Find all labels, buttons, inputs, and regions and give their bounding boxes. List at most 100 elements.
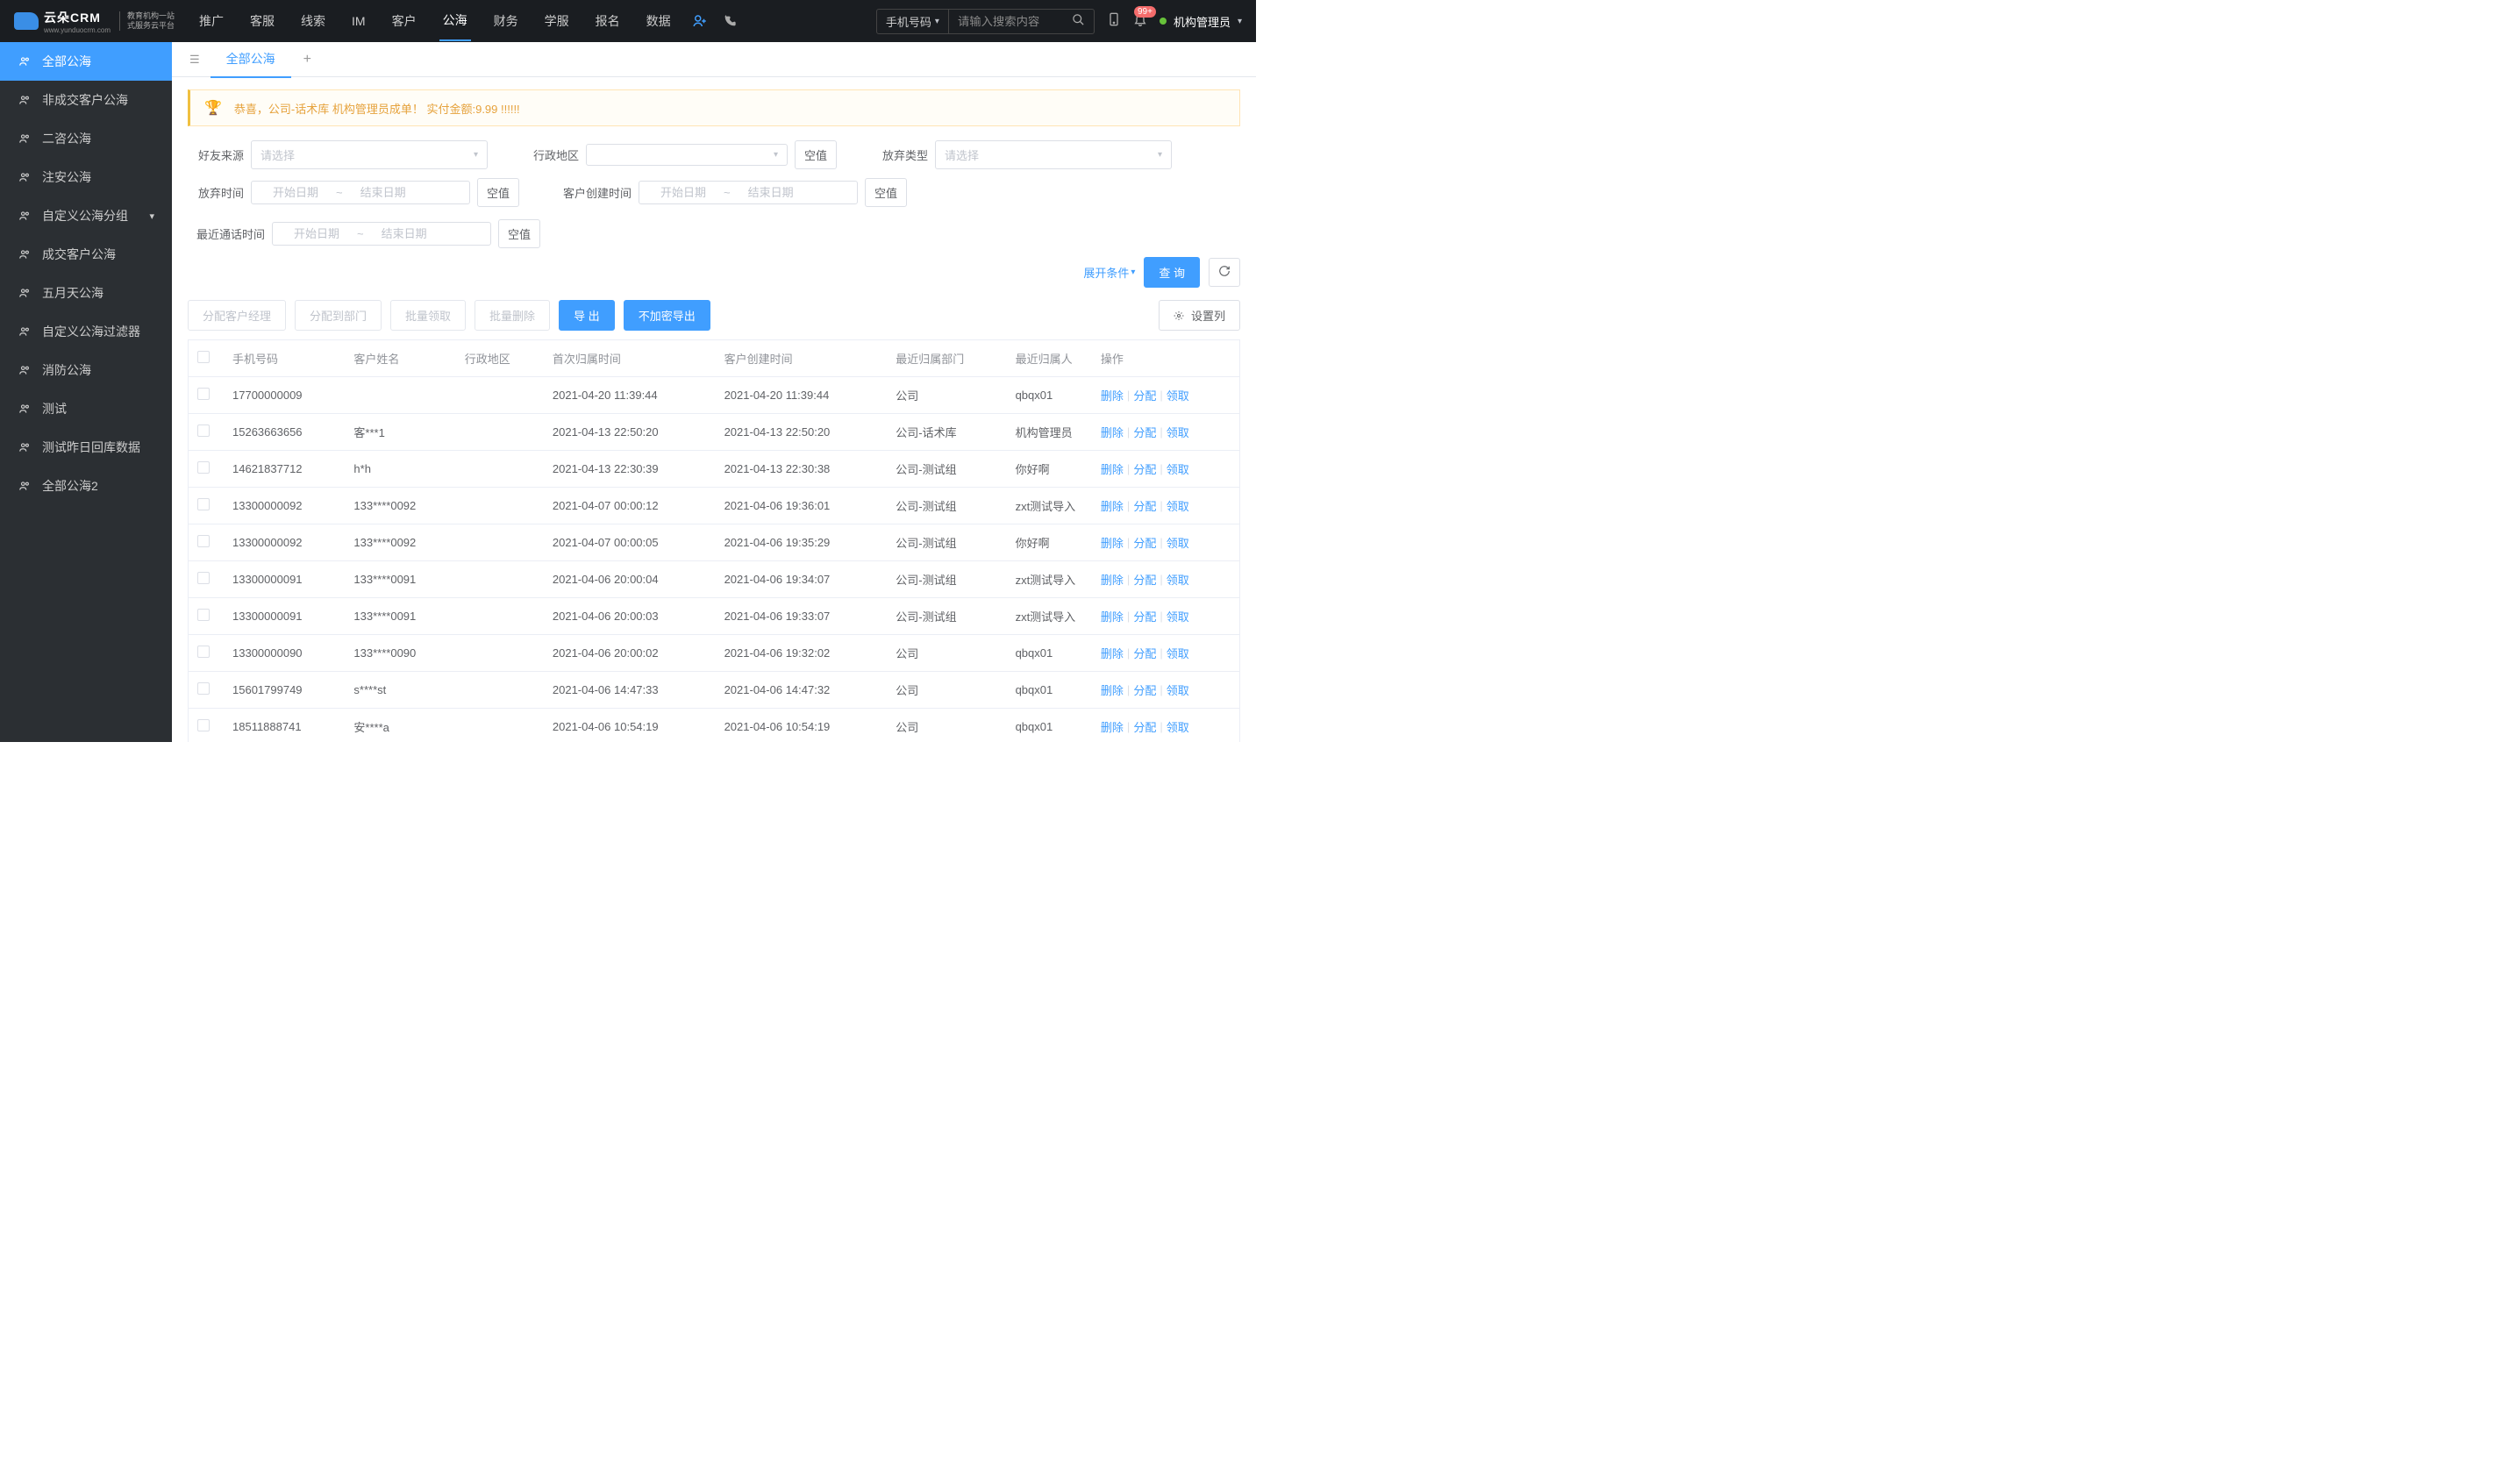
sidebar-item-8[interactable]: 消防公海 <box>0 351 172 389</box>
assign-manager-button[interactable]: 分配客户经理 <box>188 300 286 331</box>
columns-button[interactable]: 设置列 <box>1159 300 1240 331</box>
filter-region-null[interactable]: 空值 <box>795 140 837 169</box>
lastcall-end-date[interactable] <box>369 227 439 240</box>
row-assign-link[interactable]: 分配 <box>1133 424 1156 440</box>
batch-delete-button[interactable]: 批量删除 <box>475 300 550 331</box>
phone-icon[interactable] <box>722 13 738 29</box>
user-menu[interactable]: 机构管理员 ▾ <box>1160 13 1242 30</box>
sidebar-item-2[interactable]: 二咨公海 <box>0 119 172 158</box>
row-claim-link[interactable]: 领取 <box>1167 718 1189 735</box>
filter-last-call-range[interactable]: ~ <box>272 222 491 246</box>
row-claim-link[interactable]: 领取 <box>1167 534 1189 551</box>
query-button[interactable]: 查 询 <box>1144 257 1200 288</box>
nav-item-1[interactable]: 客服 <box>246 2 278 40</box>
nav-item-0[interactable]: 推广 <box>196 2 227 40</box>
row-checkbox[interactable] <box>197 646 210 658</box>
bell-icon[interactable]: 99+ <box>1133 11 1147 32</box>
sidebar-item-4[interactable]: 自定义公海分组▾ <box>0 196 172 235</box>
row-claim-link[interactable]: 领取 <box>1167 460 1189 477</box>
row-assign-link[interactable]: 分配 <box>1133 718 1156 735</box>
nav-item-7[interactable]: 学服 <box>541 2 573 40</box>
row-claim-link[interactable]: 领取 <box>1167 608 1189 624</box>
sidebar-item-1[interactable]: 非成交客户公海 <box>0 81 172 119</box>
row-delete-link[interactable]: 删除 <box>1101 718 1124 735</box>
abandon-end-date[interactable] <box>348 186 418 199</box>
search-icon[interactable] <box>1063 10 1094 32</box>
sidebar-item-7[interactable]: 自定义公海过滤器 <box>0 312 172 351</box>
row-delete-link[interactable]: 删除 <box>1101 424 1124 440</box>
filter-abandon-time-null[interactable]: 空值 <box>477 178 519 207</box>
user-add-icon[interactable] <box>692 13 708 29</box>
export-unencrypted-button[interactable]: 不加密导出 <box>624 300 710 331</box>
nav-item-4[interactable]: 客户 <box>389 2 420 40</box>
nav-item-2[interactable]: 线索 <box>297 2 329 40</box>
sidebar-item-5[interactable]: 成交客户公海 <box>0 235 172 274</box>
row-delete-link[interactable]: 删除 <box>1101 387 1124 403</box>
row-claim-link[interactable]: 领取 <box>1167 497 1189 514</box>
row-checkbox[interactable] <box>197 682 210 695</box>
refresh-icon[interactable] <box>1209 258 1240 287</box>
abandon-start-date[interactable] <box>260 186 331 199</box>
filter-abandon-time-range[interactable]: ~ <box>251 181 470 204</box>
sidebar-item-0[interactable]: 全部公海 <box>0 42 172 81</box>
sidebar-item-6[interactable]: 五月天公海 <box>0 274 172 312</box>
batch-claim-button[interactable]: 批量领取 <box>390 300 466 331</box>
row-assign-link[interactable]: 分配 <box>1133 608 1156 624</box>
row-checkbox[interactable] <box>197 535 210 547</box>
tabs-collapse-icon[interactable]: ☰ <box>179 46 211 74</box>
nav-item-5[interactable]: 公海 <box>439 1 471 41</box>
row-checkbox[interactable] <box>197 388 210 400</box>
row-assign-link[interactable]: 分配 <box>1133 571 1156 588</box>
expand-filters-link[interactable]: 展开条件▾ <box>1083 264 1135 281</box>
select-all-checkbox[interactable] <box>197 351 210 363</box>
row-delete-link[interactable]: 删除 <box>1101 497 1124 514</box>
sidebar-item-9[interactable]: 测试 <box>0 389 172 428</box>
row-claim-link[interactable]: 领取 <box>1167 424 1189 440</box>
row-assign-link[interactable]: 分配 <box>1133 497 1156 514</box>
filter-abandon-type-select[interactable]: 请选择▾ <box>935 140 1172 169</box>
row-assign-link[interactable]: 分配 <box>1133 387 1156 403</box>
row-delete-link[interactable]: 删除 <box>1101 608 1124 624</box>
nav-item-8[interactable]: 报名 <box>592 2 624 40</box>
row-checkbox[interactable] <box>197 719 210 731</box>
nav-item-3[interactable]: IM <box>348 4 369 39</box>
row-delete-link[interactable]: 删除 <box>1101 534 1124 551</box>
filter-region-select[interactable]: ▾ <box>586 144 788 166</box>
lastcall-start-date[interactable] <box>282 227 352 240</box>
mobile-icon[interactable] <box>1107 11 1121 32</box>
create-start-date[interactable] <box>648 186 718 199</box>
search-input[interactable] <box>949 11 1063 32</box>
filter-create-time-range[interactable]: ~ <box>639 181 858 204</box>
row-delete-link[interactable]: 删除 <box>1101 645 1124 661</box>
nav-item-6[interactable]: 财务 <box>490 2 522 40</box>
row-checkbox[interactable] <box>197 609 210 621</box>
row-checkbox[interactable] <box>197 425 210 437</box>
tab-all-sea[interactable]: 全部公海 <box>211 42 291 78</box>
row-claim-link[interactable]: 领取 <box>1167 571 1189 588</box>
sidebar-item-11[interactable]: 全部公海2 <box>0 467 172 505</box>
sidebar-item-10[interactable]: 测试昨日回库数据 <box>0 428 172 467</box>
create-end-date[interactable] <box>736 186 806 199</box>
row-delete-link[interactable]: 删除 <box>1101 571 1124 588</box>
row-checkbox[interactable] <box>197 498 210 510</box>
tab-add-icon[interactable]: + <box>291 45 324 75</box>
row-assign-link[interactable]: 分配 <box>1133 460 1156 477</box>
row-claim-link[interactable]: 领取 <box>1167 681 1189 698</box>
row-claim-link[interactable]: 领取 <box>1167 387 1189 403</box>
row-assign-link[interactable]: 分配 <box>1133 645 1156 661</box>
sidebar-item-3[interactable]: 注安公海 <box>0 158 172 196</box>
row-checkbox[interactable] <box>197 461 210 474</box>
search-type-select[interactable]: 手机号码▾ <box>877 10 949 33</box>
filter-create-time-null[interactable]: 空值 <box>865 178 907 207</box>
logo[interactable]: 云朵CRM www.yunduocrm.com 教育机构一站 式服务云平台 <box>14 9 175 34</box>
row-assign-link[interactable]: 分配 <box>1133 534 1156 551</box>
export-button[interactable]: 导 出 <box>559 300 615 331</box>
row-delete-link[interactable]: 删除 <box>1101 681 1124 698</box>
row-assign-link[interactable]: 分配 <box>1133 681 1156 698</box>
filter-last-call-null[interactable]: 空值 <box>498 219 540 248</box>
row-delete-link[interactable]: 删除 <box>1101 460 1124 477</box>
assign-dept-button[interactable]: 分配到部门 <box>295 300 382 331</box>
row-claim-link[interactable]: 领取 <box>1167 645 1189 661</box>
nav-item-9[interactable]: 数据 <box>643 2 674 40</box>
filter-source-select[interactable]: 请选择▾ <box>251 140 488 169</box>
